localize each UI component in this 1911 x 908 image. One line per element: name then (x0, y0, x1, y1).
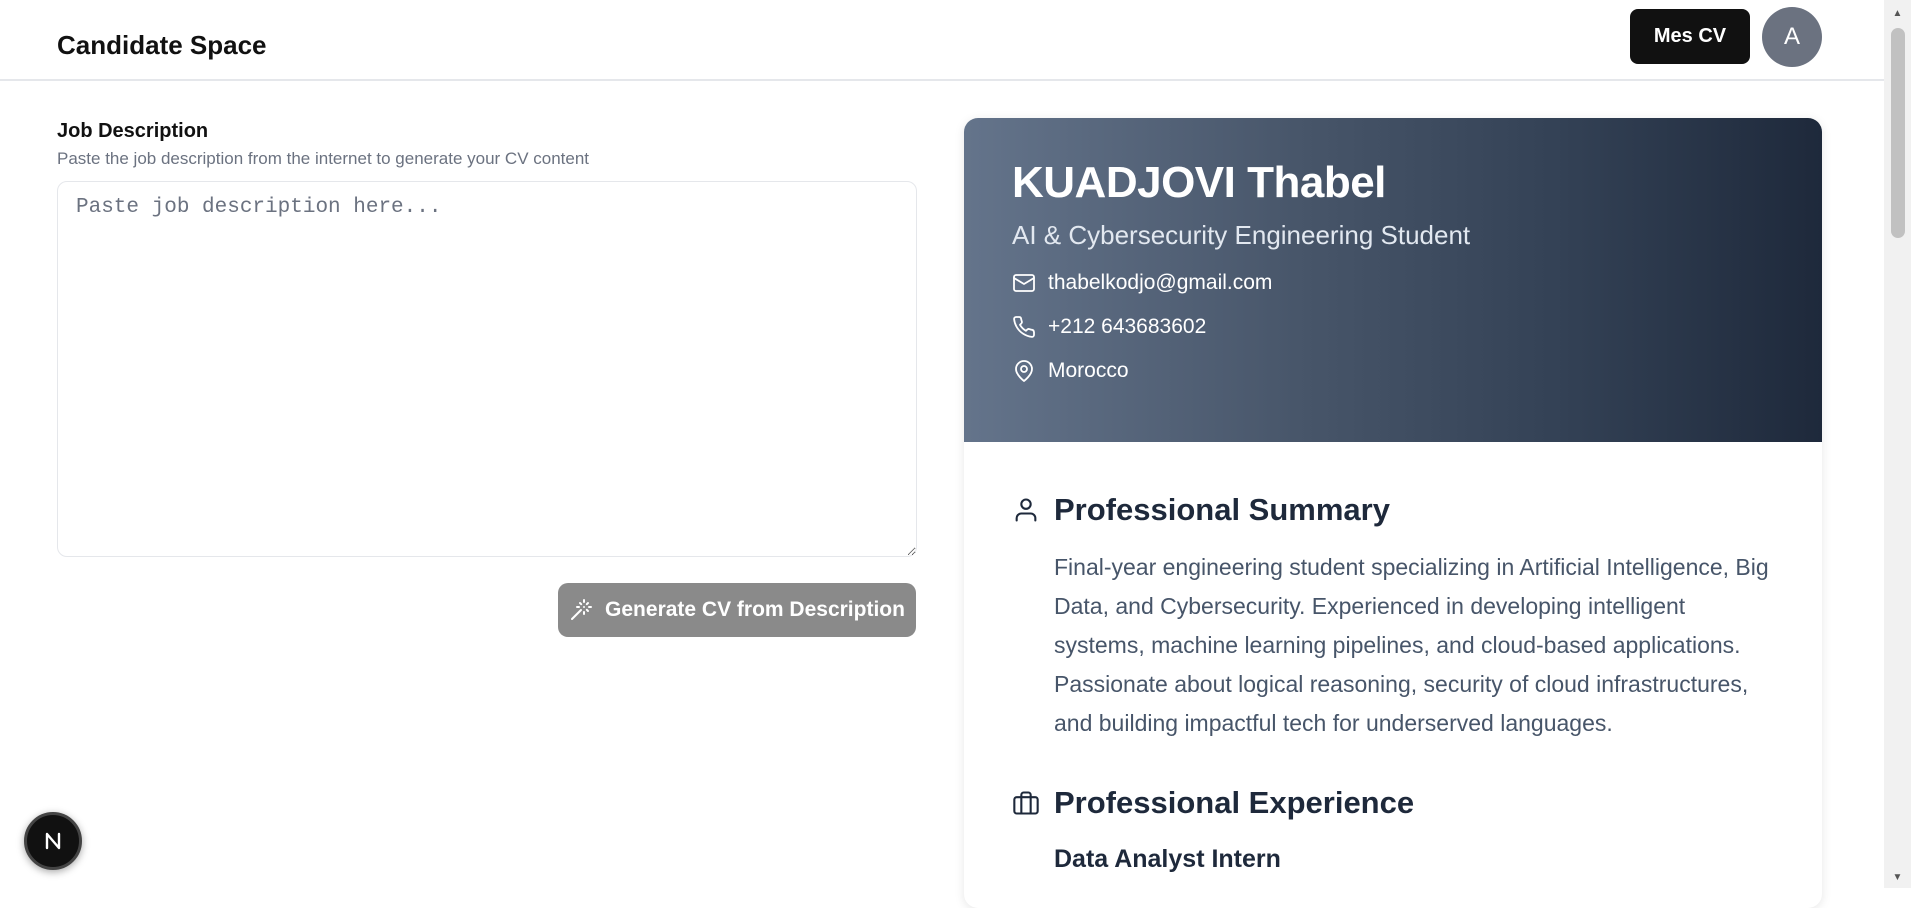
generate-cv-button-label: Generate CV from Description (605, 598, 905, 621)
generate-cv-button[interactable]: Generate CV from Description (558, 583, 916, 637)
phone-text: +212 643683602 (1048, 315, 1207, 338)
app-title: Candidate Space (57, 30, 267, 60)
next-devtools-button[interactable] (24, 812, 82, 870)
summary-section-title: Professional Summary (1054, 492, 1390, 527)
cv-preview-card: KUADJOVI Thabel AI & Cybersecurity Engin… (964, 118, 1822, 908)
job-description-help-text: Paste the job description from the inter… (57, 149, 590, 168)
scroll-thumb[interactable] (1891, 28, 1905, 238)
email-text: thabelkodjo@gmail.com (1048, 271, 1273, 294)
job-description-label: Job Description (57, 120, 209, 142)
avatar[interactable]: A (1762, 7, 1822, 67)
location-text: Morocco (1048, 359, 1129, 382)
briefcase-icon (1012, 789, 1040, 817)
page-scrollbar[interactable]: ▲ ▼ (1884, 0, 1911, 888)
job-description-panel: Job Description Paste the job descriptio… (57, 120, 917, 562)
experience-role-title: Data Analyst Intern (1054, 845, 1281, 873)
cv-headline: AI & Cybersecurity Engineering Student (1012, 220, 1471, 250)
mail-icon (1012, 271, 1036, 295)
summary-text: Final-year engineering student specializ… (1054, 554, 1769, 736)
user-icon (1012, 496, 1040, 524)
experience-section-header: Professional Experience (1012, 785, 1774, 821)
contact-email: thabelkodjo@gmail.com (1012, 271, 1774, 295)
scroll-up-arrow-icon[interactable]: ▲ (1884, 4, 1911, 22)
magic-wand-icon (569, 598, 593, 622)
my-cv-button[interactable]: Mes CV (1630, 9, 1750, 64)
cv-name: KUADJOVI Thabel (1012, 158, 1386, 207)
cv-body: Professional Summary Final-year engineer… (964, 442, 1822, 874)
contact-phone: +212 643683602 (1012, 315, 1774, 339)
phone-icon (1012, 315, 1036, 339)
summary-section-header: Professional Summary (1012, 492, 1774, 528)
scroll-down-arrow-icon[interactable]: ▼ (1884, 868, 1911, 886)
cv-header: KUADJOVI Thabel AI & Cybersecurity Engin… (964, 118, 1822, 442)
experience-section-title: Professional Experience (1054, 785, 1415, 820)
map-pin-icon (1012, 359, 1036, 383)
top-header: Candidate Space Mes CV A (0, 0, 1884, 81)
n-logo-icon (40, 828, 66, 854)
contact-location: Morocco (1012, 359, 1774, 383)
job-description-textarea[interactable] (57, 181, 917, 557)
